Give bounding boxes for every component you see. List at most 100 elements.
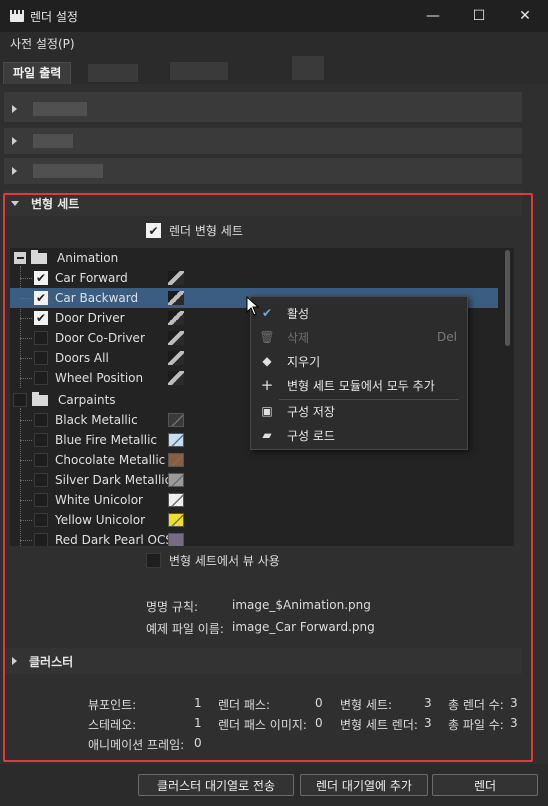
tree-item-label: Wheel Position: [55, 371, 144, 385]
tree-group-label: Animation: [57, 251, 119, 265]
tree-group-animation[interactable]: Animation: [10, 248, 498, 268]
close-button[interactable]: ✕: [502, 0, 548, 32]
tab-file-output[interactable]: 파일 출력: [3, 62, 72, 84]
example-filename-value: image_Car Forward.png: [232, 620, 375, 634]
render-button[interactable]: 렌더: [432, 774, 538, 796]
tree-item-carpaint[interactable]: White Unicolor: [10, 490, 498, 510]
ctx-add-all[interactable]: + 변형 세트 모듈에서 모두 추가: [251, 373, 467, 397]
tree-item-label: Chocolate Metallic: [55, 453, 166, 467]
menu-bar: 사전 설정(P): [0, 32, 548, 54]
stat-viewpoints-label: 뷰포인트:: [88, 698, 137, 712]
menu-presets[interactable]: 사전 설정(P): [10, 35, 75, 52]
ctx-delete[interactable]: 🗑 삭제 Del: [251, 325, 467, 349]
plus-icon: +: [260, 376, 274, 394]
stat-pass-images-value: 0: [315, 716, 323, 730]
render-variant-sets-label: 렌더 변형 세트: [169, 224, 243, 238]
render-variant-sets-checkbox[interactable]: ✔: [146, 223, 161, 238]
collapsed-section[interactable]: [4, 128, 522, 154]
tab-blurred[interactable]: [88, 64, 138, 82]
ctx-activate[interactable]: ✔ 활성: [251, 301, 467, 325]
section-label-blurred: [33, 134, 73, 148]
variant-checkbox[interactable]: [34, 473, 48, 487]
tree-scrollbar[interactable]: [505, 250, 510, 346]
send-to-cluster-button[interactable]: 클러스터 대기열로 전송: [138, 774, 294, 796]
tree-item-carpaint[interactable]: Chocolate Metallic: [10, 450, 498, 470]
collapsed-section[interactable]: [4, 158, 522, 184]
trash-icon: 🗑: [259, 330, 275, 344]
expand-arrow-icon: [12, 657, 17, 665]
stat-render-passes-label: 렌더 패스:: [218, 698, 271, 712]
stat-total-files-label: 총 파일 수:: [448, 718, 504, 732]
variant-checkbox[interactable]: [34, 371, 48, 385]
save-icon: ▣: [261, 404, 273, 418]
stat-total-files-value: 3: [510, 716, 518, 730]
variant-checkbox[interactable]: [34, 413, 48, 427]
tree-item-label: Red Dark Pearl OCS: [55, 533, 173, 546]
variant-checkbox[interactable]: [34, 533, 48, 546]
variant-sets-header[interactable]: 변형 세트: [4, 190, 522, 216]
tree-item-label: Silver Dark Metallic: [55, 473, 172, 487]
cluster-header[interactable]: 클러스터: [4, 648, 522, 674]
ctx-clear[interactable]: ◆ 지우기: [251, 349, 467, 373]
tab-blurred[interactable]: [170, 62, 228, 80]
variant-checkbox[interactable]: [34, 453, 48, 467]
use-view-label: 변형 세트에서 뷰 사용: [169, 554, 280, 568]
tree-item-label: Door Co-Driver: [55, 331, 145, 345]
render-variant-sets-row: ✔ 렌더 변형 세트: [146, 222, 243, 239]
stat-variant-renders-value: 3: [424, 716, 432, 730]
variant-checkbox[interactable]: [34, 433, 48, 447]
variant-checkbox[interactable]: [34, 513, 48, 527]
maximize-button[interactable]: ☐: [456, 0, 502, 32]
use-view-row: 변형 세트에서 뷰 사용: [146, 552, 280, 569]
car-thumbnail-icon: [168, 351, 184, 365]
stat-variant-sets-value: 3: [424, 696, 432, 710]
group-checkbox[interactable]: [13, 393, 27, 407]
collapsed-section[interactable]: [4, 96, 522, 122]
variant-checkbox[interactable]: [34, 493, 48, 507]
stat-stereo-value: 1: [194, 716, 202, 730]
variant-checkbox[interactable]: ✔: [34, 311, 48, 325]
tree-item-label: White Unicolor: [55, 493, 143, 507]
ctx-load-config[interactable]: ▰ 구성 로드: [251, 423, 467, 447]
variant-sets-title: 변형 세트: [31, 196, 80, 211]
checkmark-icon: ✔: [261, 306, 273, 320]
stat-total-renders-value: 3: [510, 696, 518, 710]
tree-item-carpaint[interactable]: Red Dark Pearl OCS: [10, 530, 498, 546]
tab-blurred[interactable]: [292, 56, 324, 80]
color-swatch: [168, 433, 184, 447]
tree-item-label: Yellow Unicolor: [55, 513, 146, 527]
tree-item-animation[interactable]: ✔ Car Forward: [10, 268, 498, 288]
tree-item-carpaint[interactable]: Yellow Unicolor: [10, 510, 498, 530]
ctx-save-config[interactable]: ▣ 구성 저장: [251, 399, 467, 423]
tree-item-carpaint[interactable]: Silver Dark Metallic: [10, 470, 498, 490]
collapse-toggle-icon[interactable]: [14, 252, 26, 264]
color-swatch: [168, 413, 184, 427]
variant-checkbox[interactable]: [34, 351, 48, 365]
stat-anim-frames-value: 0: [194, 736, 202, 750]
cluster-title: 클러스터: [29, 654, 74, 669]
tree-item-label: Car Forward: [55, 271, 128, 285]
tree-item-label: Black Metallic: [55, 413, 138, 427]
naming-rule-label: 명명 규칙:: [146, 600, 199, 614]
expand-arrow-icon: [12, 167, 17, 175]
folder-open-icon: ▰: [262, 428, 272, 442]
collapse-arrow-icon: [11, 200, 19, 206]
color-swatch: [168, 513, 184, 527]
minimize-button[interactable]: —: [410, 0, 456, 32]
car-thumbnail-icon: [168, 311, 184, 325]
variant-checkbox[interactable]: ✔: [34, 271, 48, 285]
folder-icon: [31, 249, 47, 264]
tree-item-label: Doors All: [55, 351, 109, 365]
use-view-checkbox[interactable]: [146, 553, 161, 568]
stat-total-renders-label: 총 렌더 수:: [448, 698, 504, 712]
car-thumbnail-icon: [168, 291, 184, 305]
car-thumbnail-icon: [168, 371, 184, 385]
naming-rule-value: image_$Animation.png: [232, 598, 371, 612]
color-swatch: [168, 493, 184, 507]
variant-checkbox[interactable]: [34, 331, 48, 345]
stat-variant-renders-label: 변형 세트 렌더:: [340, 718, 418, 732]
add-to-queue-button[interactable]: 렌더 대기열에 추가: [300, 774, 428, 796]
delete-shortcut: Del: [437, 330, 457, 344]
example-filename-label: 예제 파일 이름:: [146, 622, 224, 636]
variant-checkbox[interactable]: ✔: [34, 291, 48, 305]
